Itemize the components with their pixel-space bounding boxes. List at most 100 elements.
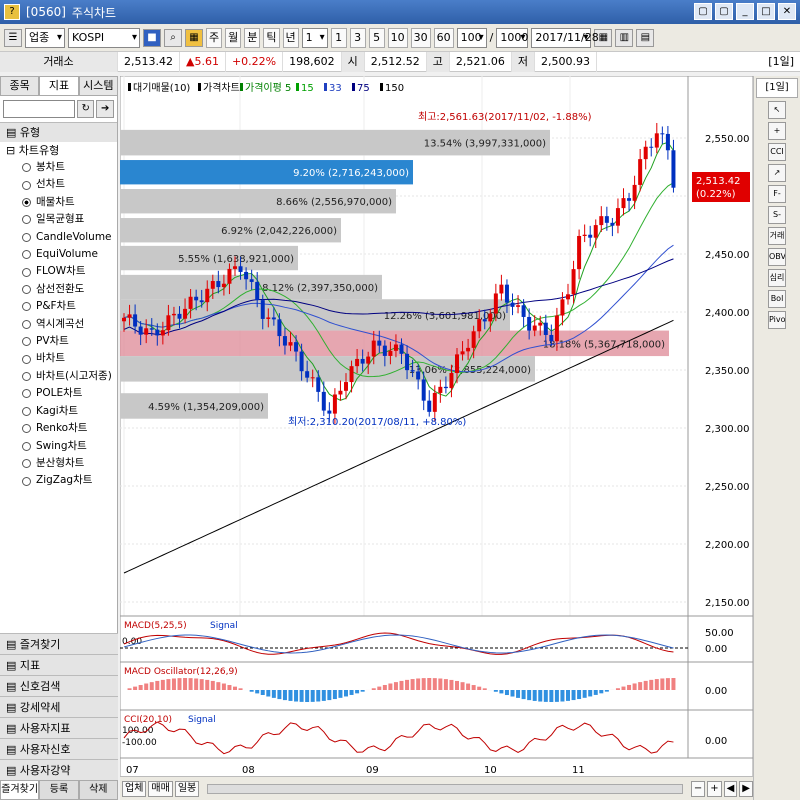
right-tool-button[interactable]: OBV: [768, 248, 786, 266]
chart-type-item[interactable]: 바차트: [0, 350, 117, 367]
chart-type-item[interactable]: ZigZag차트: [0, 472, 117, 489]
zoom-out-icon[interactable]: −: [690, 780, 706, 797]
minimize-button[interactable]: _: [736, 3, 754, 20]
tab-register[interactable]: 등록: [39, 780, 79, 800]
chart-svg[interactable]: 13.54% (3,997,331,000) 9.20% (2,716,243,0…: [119, 75, 754, 781]
right-tool-button[interactable]: 심리도: [768, 269, 786, 287]
right-tool-button[interactable]: ↖: [768, 101, 786, 119]
right-tool-button[interactable]: ↗: [768, 164, 786, 182]
radio-icon[interactable]: [22, 372, 31, 382]
chart-type-item[interactable]: P&F차트: [0, 298, 117, 315]
period-week-button[interactable]: 주: [206, 27, 223, 48]
radio-icon[interactable]: [22, 319, 31, 329]
tab-favorites[interactable]: 즐겨찾기: [0, 780, 40, 800]
chart-area[interactable]: 13.54% (3,997,331,000) 9.20% (2,716,243,0…: [119, 75, 754, 781]
group-type[interactable]: ▤ 유형: [0, 122, 117, 142]
period-year-button[interactable]: 년: [282, 27, 299, 48]
count-input[interactable]: 100: [456, 27, 487, 48]
left-group-item[interactable]: ▤ 사용자강약: [0, 759, 118, 780]
refresh-icon[interactable]: ↻: [76, 100, 95, 118]
symbol-select[interactable]: KOSPI: [68, 27, 140, 48]
market-select[interactable]: 업종: [25, 27, 65, 48]
radio-icon[interactable]: [22, 215, 31, 225]
chart-type-item[interactable]: 삼선전환도: [0, 281, 117, 298]
chart-type-item[interactable]: 선차트: [0, 176, 117, 193]
split-icon[interactable]: ▥: [615, 28, 634, 47]
close-button[interactable]: ✕: [778, 3, 796, 20]
right-tool-button[interactable]: S-Stoc: [768, 206, 786, 224]
interval-1-button[interactable]: 1: [330, 27, 347, 48]
bottom-btn-trade[interactable]: 매매: [148, 780, 173, 797]
interval-30-button[interactable]: 30: [410, 27, 431, 48]
chart-type-item[interactable]: POLE차트: [0, 385, 117, 402]
period-month-button[interactable]: 월: [225, 27, 242, 48]
radio-icon[interactable]: [22, 337, 31, 347]
table-icon[interactable]: ▤: [636, 28, 655, 47]
radio-icon[interactable]: [22, 441, 31, 451]
bookmark-icon[interactable]: ■: [143, 28, 161, 47]
radio-icon[interactable]: [22, 476, 31, 486]
period-minute-button[interactable]: 분: [244, 27, 261, 48]
link-button[interactable]: ▢: [715, 3, 733, 20]
interval-3-button[interactable]: 3: [349, 27, 366, 48]
left-group-item[interactable]: ▤ 지표: [0, 654, 118, 675]
chart-type-item[interactable]: Renko차트: [0, 420, 117, 437]
left-group-item[interactable]: ▤ 사용자신호: [0, 738, 118, 759]
scroll-right-icon[interactable]: ▶: [739, 780, 753, 797]
radio-icon[interactable]: [22, 285, 31, 295]
radio-icon[interactable]: [22, 424, 31, 434]
bottom-btn-daily[interactable]: 일봉: [174, 780, 200, 797]
radio-icon[interactable]: [22, 302, 31, 312]
left-group-item[interactable]: ▤ 강세약세: [0, 696, 118, 717]
radio-icon[interactable]: [22, 198, 31, 208]
calendar-icon[interactable]: ▦: [185, 28, 203, 47]
radio-icon[interactable]: [22, 250, 31, 260]
radio-icon[interactable]: [22, 232, 31, 242]
chart-type-item[interactable]: Swing차트: [0, 438, 117, 455]
radio-icon[interactable]: [22, 389, 31, 399]
tree-chart-type[interactable]: ⊟ 차트유형: [0, 142, 117, 159]
chart-type-item[interactable]: 봉차트: [0, 159, 117, 176]
date-select[interactable]: 2017/11/28: [531, 27, 599, 48]
radio-icon[interactable]: [22, 406, 31, 416]
count-total[interactable]: 1000: [496, 27, 529, 48]
radio-icon[interactable]: [22, 267, 31, 277]
interval-60-button[interactable]: 60: [433, 27, 454, 48]
tab-delete[interactable]: 삭제: [78, 780, 118, 800]
chart-type-item[interactable]: 매물차트: [0, 194, 117, 211]
left-group-item[interactable]: ▤ 사용자지표: [0, 717, 118, 738]
chart-scrollbar[interactable]: [207, 783, 683, 794]
zoom-in-icon[interactable]: +: [707, 780, 722, 797]
bottom-btn-company[interactable]: 업체: [122, 780, 147, 797]
right-tool-button[interactable]: +: [768, 122, 786, 140]
scroll-left-icon[interactable]: ◀: [723, 780, 738, 797]
left-group-item[interactable]: ▤ 신호검색: [0, 675, 118, 696]
chart-type-item[interactable]: EquiVolume: [0, 246, 117, 263]
period-input[interactable]: 1: [301, 27, 328, 48]
chart-type-item[interactable]: FLOW차트: [0, 263, 117, 280]
tab-indicators[interactable]: 지표: [39, 76, 79, 96]
period-tick-button[interactable]: 틱: [263, 27, 280, 48]
pin-button[interactable]: ▢: [694, 3, 712, 20]
interval-10-button[interactable]: 10: [387, 27, 408, 48]
tab-system[interactable]: 시스템: [78, 76, 118, 96]
chart-type-item[interactable]: 역시계곡선: [0, 316, 117, 333]
right-tool-button[interactable]: 거래량: [768, 227, 786, 245]
interval-5-button[interactable]: 5: [368, 27, 385, 48]
maximize-button[interactable]: □: [757, 3, 775, 20]
right-tool-button[interactable]: F-Stoc: [768, 185, 786, 203]
chart-type-item[interactable]: 분산형차트: [0, 455, 117, 472]
chart-type-item[interactable]: Kagi차트: [0, 403, 117, 420]
radio-icon[interactable]: [22, 163, 31, 173]
radio-icon[interactable]: [22, 354, 31, 364]
chart-type-item[interactable]: 바차트(시고저종): [0, 368, 117, 385]
right-tool-button[interactable]: CCI: [768, 143, 786, 161]
indicator-search-input[interactable]: [3, 100, 75, 118]
search-icon[interactable]: ⌕: [164, 28, 182, 47]
radio-icon[interactable]: [22, 180, 31, 190]
go-icon[interactable]: ➔: [96, 100, 114, 118]
chart-type-item[interactable]: PV차트: [0, 333, 117, 350]
tab-stocks[interactable]: 종목: [0, 76, 40, 96]
left-group-item[interactable]: ▤ 즐겨찾기: [0, 633, 118, 654]
chart-type-item[interactable]: 일목균형표: [0, 211, 117, 228]
